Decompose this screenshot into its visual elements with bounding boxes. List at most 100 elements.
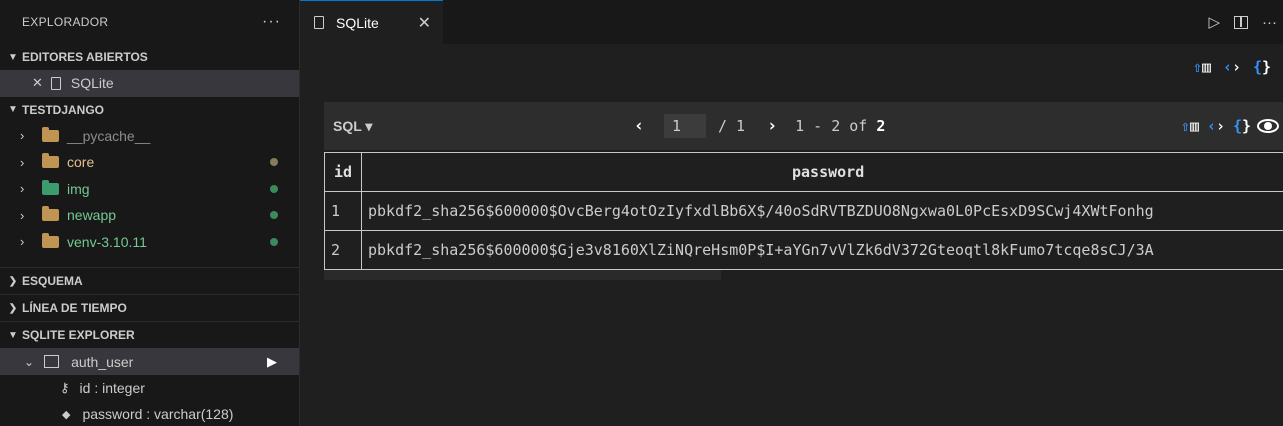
column-header-id[interactable]: id: [324, 152, 362, 192]
section-testdjango[interactable]: ▼ TESTDJANGO: [0, 97, 299, 123]
chevron-right-icon: ›: [20, 207, 25, 223]
chevron-right-icon: ›: [20, 154, 25, 170]
folder-icon: [42, 153, 59, 169]
file-icon: [314, 16, 324, 29]
table-label: auth_user: [71, 353, 134, 370]
tree-item-label: img: [67, 180, 90, 197]
export-json-icon[interactable]: {}: [1231, 115, 1253, 137]
page-total: / 1: [718, 117, 746, 135]
chevron-right-icon: ›: [20, 181, 25, 197]
results-actions: ⇧ ▥ ‹ › {}: [1179, 102, 1283, 150]
horizontal-scrollbar[interactable]: [324, 270, 721, 280]
record-range-text: 1 - 2 of: [795, 117, 868, 135]
section-open-editors[interactable]: ▼ EDITORES ABIERTOS: [0, 44, 299, 70]
cell-password[interactable]: pbkdf2_sha256$600000$OvcBerg4otOzIyfxdlB…: [361, 191, 1283, 231]
table-icon: [44, 355, 60, 368]
table-row[interactable]: 2 pbkdf2_sha256$600000$Gje3v8160XlZiNQre…: [324, 230, 1283, 270]
chevron-right-icon: ›: [20, 234, 25, 250]
chevron-right-icon: ›: [20, 128, 25, 144]
section-label: ESQUEMA: [22, 274, 83, 288]
key-icon: ⚷: [60, 380, 70, 395]
cell-id[interactable]: 2: [324, 230, 362, 270]
file-icon: [50, 76, 61, 90]
eye-shape: [1257, 119, 1279, 133]
column-item-password: ◆ password : varchar(128): [0, 401, 299, 426]
explorer-header: EXPLORADOR ···: [0, 0, 299, 44]
editor-area: SQLite ✕ ▷ ··· ⇧ ▥ ‹ › {} SQL ▾ ‹ 1 / 1 › …: [300, 0, 1283, 426]
cell-password[interactable]: pbkdf2_sha256$600000$Gje3v8160XlZiNQreHs…: [361, 230, 1283, 270]
editor-actions: ▷ ···: [1208, 0, 1283, 44]
export-html-icon[interactable]: ‹ ›: [1205, 115, 1227, 137]
record-range: 1 - 2 of 2: [795, 117, 885, 135]
explorer-sidebar: EXPLORADOR ··· ▼ EDITORES ABIERTOS ✕ SQL…: [0, 0, 300, 426]
export-csv-icon[interactable]: ⇧ ▥: [1191, 56, 1213, 78]
tree-item-label: core: [67, 154, 95, 171]
tree-item[interactable]: › img: [0, 176, 299, 203]
more-actions-icon[interactable]: ···: [262, 13, 281, 31]
export-html-icon[interactable]: ‹ ›: [1221, 56, 1243, 78]
folder-icon: [42, 232, 59, 248]
pager: ‹ 1 / 1 › 1 - 2 of 2: [628, 102, 885, 150]
folder-icon: [42, 179, 59, 195]
section-timeline[interactable]: ❯ LÍNEA DE TIEMPO: [0, 294, 299, 321]
column-label: password : varchar(128): [82, 406, 234, 422]
export-csv-icon[interactable]: ⇧ ▥: [1179, 115, 1201, 137]
tree-item-label: __pycache__: [67, 127, 151, 144]
tree-item-label: venv-3.10.11: [67, 233, 147, 250]
explorer-title: EXPLORADOR: [22, 15, 109, 29]
eye-icon[interactable]: [1257, 115, 1279, 137]
tab-label: SQLite: [336, 14, 379, 31]
editor-toolbar: ⇧ ▥ ‹ › {}: [1191, 56, 1273, 78]
more-actions-icon[interactable]: ···: [1262, 14, 1277, 31]
tab-sqlite[interactable]: SQLite ✕: [300, 0, 443, 44]
chevron-down-icon: ⌄: [24, 354, 35, 369]
diamond-icon: ◆: [62, 408, 71, 421]
git-status-dot: [270, 237, 278, 246]
git-status-dot: [270, 158, 278, 167]
run-icon[interactable]: ▷: [1208, 13, 1220, 31]
folder-icon: [42, 126, 59, 142]
tree-item[interactable]: › newapp: [0, 202, 299, 229]
close-icon[interactable]: ✕: [32, 75, 43, 91]
column-label: id : integer: [79, 380, 145, 396]
tree-item[interactable]: › venv-3.10.11: [0, 229, 299, 256]
git-status-dot: [270, 184, 278, 193]
sqlite-table-auth-user[interactable]: ⌄ auth_user ▶: [0, 348, 299, 375]
results-table-wrap: id password 1 pbkdf2_sha256$600000$OvcBe…: [324, 152, 1283, 270]
tab-bar: SQLite ✕ ▷ ···: [300, 0, 1283, 44]
export-json-icon[interactable]: {}: [1251, 56, 1273, 78]
open-editor-label: SQLite: [70, 75, 114, 92]
chevron-down-icon: ▼: [8, 329, 18, 341]
folder-icon: [42, 206, 59, 222]
cell-id[interactable]: 1: [324, 191, 362, 231]
close-icon[interactable]: ✕: [418, 13, 431, 33]
table-row[interactable]: 1 pbkdf2_sha256$600000$OvcBerg4otOzIyfxd…: [324, 191, 1283, 231]
chevron-right-icon: ❯: [8, 275, 18, 287]
tree-item[interactable]: › core: [0, 149, 299, 176]
results-toolbar: SQL ▾ ‹ 1 / 1 › 1 - 2 of 2 ⇧ ▥ ‹ › {}: [324, 102, 1283, 150]
results-table: id password 1 pbkdf2_sha256$600000$OvcBe…: [324, 152, 1283, 270]
section-label: LÍNEA DE TIEMPO: [22, 301, 127, 315]
git-status-dot: [270, 211, 278, 220]
tree-item-label: newapp: [67, 207, 117, 224]
run-query-icon[interactable]: ▶: [267, 354, 277, 370]
chevron-down-icon: ▼: [8, 104, 18, 115]
record-total: 2: [876, 117, 886, 135]
section-sqlite-explorer[interactable]: ▼ SQLITE EXPLORER: [0, 321, 299, 348]
chevron-left-icon[interactable]: ‹: [628, 116, 650, 136]
chevron-right-icon[interactable]: ›: [761, 116, 783, 136]
query-mode-select[interactable]: SQL ▾: [333, 118, 372, 135]
open-editor-item-sqlite[interactable]: ✕ SQLite: [0, 70, 299, 97]
section-label: TESTDJANGO: [22, 102, 105, 117]
tree-item[interactable]: › __pycache__: [0, 123, 299, 150]
section-label: SQLITE EXPLORER: [22, 328, 135, 342]
page-input[interactable]: 1: [664, 114, 706, 138]
table-header-row: id password: [324, 152, 1283, 192]
section-label: EDITORES ABIERTOS: [22, 50, 148, 64]
results-panel: SQL ▾ ‹ 1 / 1 › 1 - 2 of 2 ⇧▥ ‹› {} id: [324, 102, 1283, 280]
section-outline[interactable]: ❯ ESQUEMA: [0, 267, 299, 294]
chevron-down-icon: ▼: [8, 51, 18, 63]
split-editor-icon[interactable]: [1234, 15, 1248, 29]
column-item-id: ⚷ id : integer: [0, 375, 299, 401]
column-header-password[interactable]: password: [361, 152, 1283, 192]
